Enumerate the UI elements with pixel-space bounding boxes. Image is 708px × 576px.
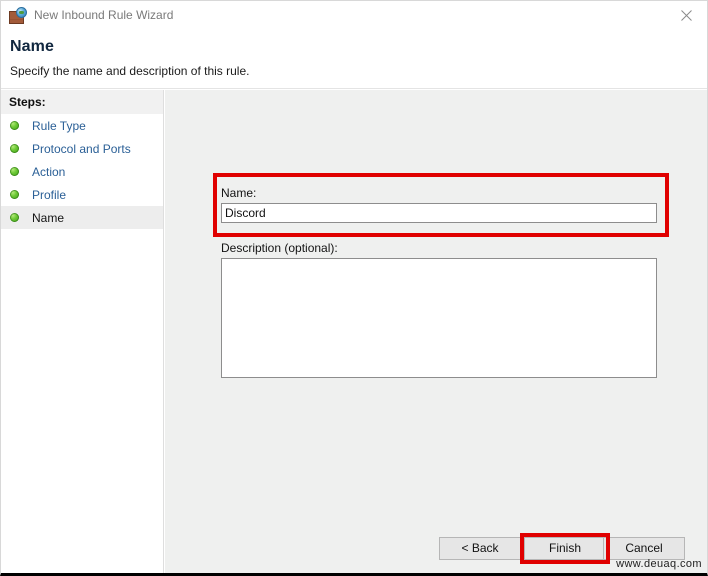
cancel-button[interactable]: Cancel [603,537,685,560]
step-bullet-icon [10,144,19,153]
wizard-content-pane: Name: Description (optional): [165,90,707,573]
finish-button[interactable]: Finish [524,537,606,560]
sidebar-item-label: Protocol and Ports [32,141,131,156]
title-bar: New Inbound Rule Wizard [1,1,707,30]
sidebar-item-label: Action [32,164,66,179]
firewall-brick-globe-icon [9,6,27,25]
close-icon[interactable] [664,1,707,30]
name-field-label: Name: [221,186,257,200]
sidebar-item-protocol-and-ports[interactable]: Protocol and Ports [1,137,163,160]
step-bullet-icon [10,213,19,222]
sidebar-item-profile[interactable]: Profile [1,183,163,206]
sidebar-item-rule-type[interactable]: Rule Type [1,114,163,137]
watermark: www.deuaq.com [616,558,702,570]
steps-sidebar: Steps: Rule Type Protocol and Ports Acti… [1,90,164,573]
steps-heading: Steps: [1,90,163,114]
name-input[interactable] [221,203,657,223]
page-subtitle: Specify the name and description of this… [10,64,250,78]
sidebar-item-label: Rule Type [32,118,86,133]
page-title: Name [10,38,54,55]
new-inbound-rule-wizard-window: New Inbound Rule Wizard Name Specify the… [0,0,708,576]
step-bullet-icon [10,121,19,130]
sidebar-item-label: Name [32,210,65,225]
back-button[interactable]: < Back [439,537,521,560]
description-input[interactable] [221,258,657,378]
sidebar-item-action[interactable]: Action [1,160,163,183]
sidebar-item-name[interactable]: Name [1,206,163,229]
step-bullet-icon [10,167,19,176]
wizard-header: Name Specify the name and description of… [1,30,707,89]
window-title: New Inbound Rule Wizard [34,8,174,22]
sidebar-item-label: Profile [32,187,67,202]
step-bullet-icon [10,190,19,199]
description-field-label: Description (optional): [221,241,338,255]
